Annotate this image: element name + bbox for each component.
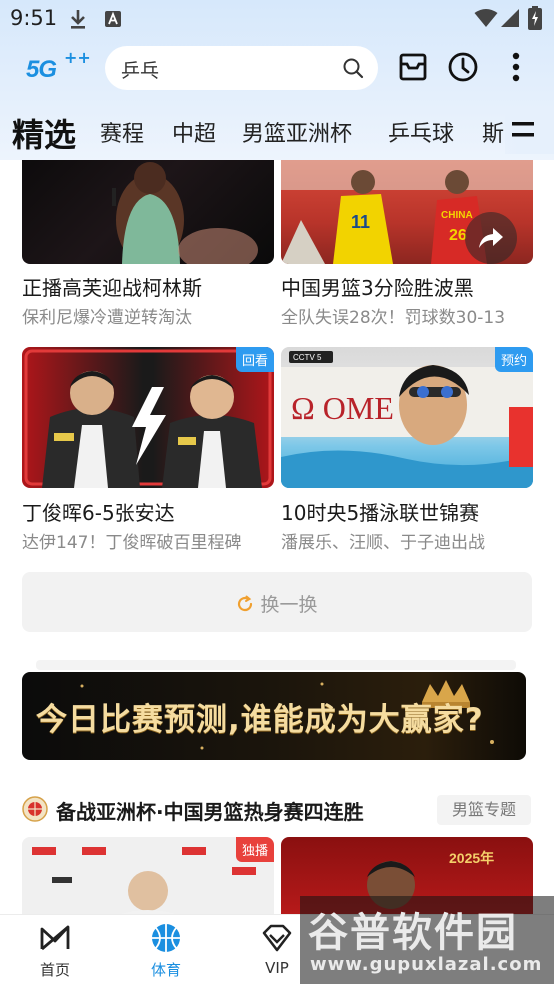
divider-strip xyxy=(36,660,516,670)
card-title: 10时央5播泳联世锦赛 xyxy=(281,501,480,525)
home-icon xyxy=(40,925,70,951)
topic-tag-button[interactable]: 男篮专题 xyxy=(437,795,531,825)
jersey-text: CHINA xyxy=(441,210,473,221)
jersey-number-11: 11 xyxy=(351,212,370,232)
refresh-label: 换一换 xyxy=(260,594,318,616)
tennis-player-image xyxy=(112,162,258,264)
video-card[interactable]: Ω OME CCTV 5 预约 10时央5播泳联世锦赛 潘展乐、汪顺、于子迪出战 xyxy=(281,347,533,557)
text-a-icon xyxy=(105,11,121,27)
share-arrow-icon xyxy=(479,228,503,248)
logo-plus: ++ xyxy=(64,48,91,67)
card-thumbnail xyxy=(22,160,274,264)
nav-home-label: 首页 xyxy=(39,961,70,979)
site-watermark: 谷普软件园 www.gupuxlazal.com xyxy=(300,896,554,984)
watermark-url: www.gupuxlazal.com xyxy=(310,954,543,975)
tab-menu-button[interactable] xyxy=(505,108,554,154)
nav-sports[interactable]: 体育 xyxy=(131,923,201,980)
refresh-icon xyxy=(238,595,253,612)
status-bar: 9:51 xyxy=(0,0,554,38)
video-card[interactable]: 正播高芙迎战柯林斯 保利尼爆冷遭逆转淘汰 xyxy=(22,160,274,330)
card-subtitle: 全队失误28次！罚球数30-13 xyxy=(281,308,506,328)
reserve-badge: 预约 xyxy=(494,347,533,372)
card-subtitle: 保利尼爆冷遭逆转淘汰 xyxy=(22,308,192,328)
card-thumbnail: 11 CHINA 26 xyxy=(281,160,533,264)
logo-text: 5G xyxy=(26,56,57,83)
search-icon[interactable] xyxy=(342,57,364,79)
download-icon xyxy=(71,10,85,29)
card-subtitle: 达伊147！丁俊晖破百里程碑 xyxy=(22,533,242,553)
tab-asia-cup[interactable]: 男篮亚洲杯 xyxy=(242,116,352,148)
banner-text: 今日比赛预测,谁能成为大赢家? xyxy=(36,702,484,738)
mailbox-icon[interactable] xyxy=(397,50,429,84)
card-title: 丁俊晖6-5张安达 xyxy=(22,501,175,525)
tab-menu-icon xyxy=(512,122,534,137)
app-logo[interactable]: 5G ++ xyxy=(24,48,91,88)
refresh-button[interactable]: 换一换 xyxy=(22,572,532,632)
share-button[interactable] xyxy=(465,212,517,264)
vip-diamond-icon xyxy=(262,924,292,952)
card-subtitle: 潘展乐、汪顺、于子迪出战 xyxy=(281,533,485,553)
tab-featured[interactable]: 精选 xyxy=(12,110,76,156)
cba-basketball-logo-icon xyxy=(22,796,48,822)
prediction-banner[interactable]: 今日比赛预测,谁能成为大赢家? xyxy=(22,672,526,760)
video-card[interactable]: 11 CHINA 26 中国男篮3分险胜波黑 全队失误28次！罚球数30-13 xyxy=(281,160,533,330)
tab-table-tennis[interactable]: 乒乓球 xyxy=(388,116,454,148)
replay-badge: 回看 xyxy=(235,347,274,372)
tab-schedule[interactable]: 赛程 xyxy=(100,116,144,148)
video-card[interactable]: 回看 丁俊晖6-5张安达 达伊147！丁俊晖破百里程碑 xyxy=(22,347,274,557)
nav-sports-label: 体育 xyxy=(150,961,181,979)
omega-sponsor-text: Ω OME xyxy=(291,390,394,426)
exclusive-badge: 独播 xyxy=(235,837,274,862)
card-title: 正播高芙迎战柯林斯 xyxy=(22,276,202,300)
more-vertical-icon[interactable] xyxy=(500,50,532,84)
wifi-icon xyxy=(474,9,498,27)
status-time: 9:51 xyxy=(10,6,58,30)
nav-home[interactable]: 首页 xyxy=(20,923,90,980)
basketball-icon xyxy=(152,924,180,952)
video-card[interactable]: 独播 xyxy=(22,837,274,917)
card-thumbnail: Ω OME CCTV 5 预约 xyxy=(281,347,533,488)
card-thumbnail: 回看 xyxy=(22,347,274,488)
section-title: 备战亚洲杯·中国男篮热身赛四连胜 xyxy=(56,800,364,824)
cctv5-logo-text: CCTV 5 xyxy=(293,353,322,362)
history-clock-icon[interactable] xyxy=(447,50,479,84)
card-thumbnail: 独播 xyxy=(22,837,274,917)
signal-icon xyxy=(501,9,519,27)
tab-csl[interactable]: 中超 xyxy=(172,116,216,148)
card-title: 中国男篮3分险胜波黑 xyxy=(281,276,474,300)
channel-tabs: 精选 赛程 中超 男篮亚洲杯 乒乓球 斯 xyxy=(0,108,554,154)
refresh-button-content: 换一换 xyxy=(22,590,532,617)
battery-icon xyxy=(528,6,542,30)
event-year-text: 2025年 xyxy=(449,850,494,866)
tab-snooker[interactable]: 斯 xyxy=(482,116,504,148)
search-input[interactable]: 乒乓 xyxy=(105,46,378,90)
search-value: 乒乓 xyxy=(121,60,160,82)
watermark-title: 谷普软件园 xyxy=(308,910,518,956)
